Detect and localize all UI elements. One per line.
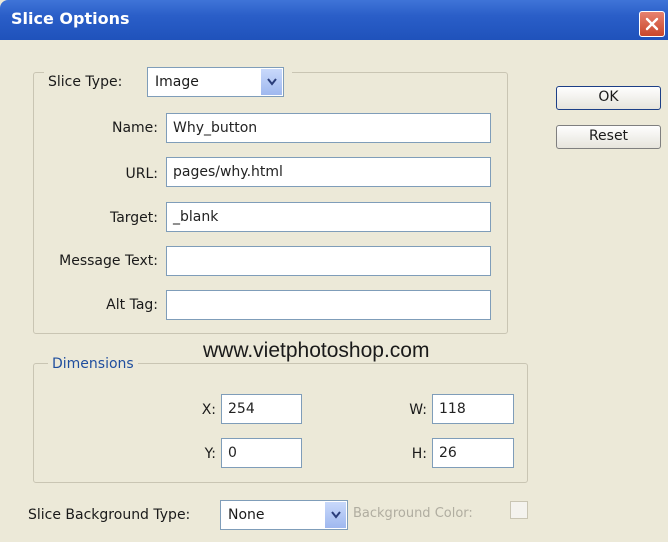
target-label: Target:	[109, 210, 158, 226]
slice-type-dropdown-button[interactable]	[260, 69, 282, 95]
url-label: URL:	[125, 166, 159, 182]
window-title: Slice Options	[11, 9, 130, 28]
url-input[interactable]: pages/why.html	[166, 157, 491, 187]
slice-background-type-select[interactable]: None	[220, 500, 348, 530]
reset-button[interactable]: Reset	[556, 125, 661, 149]
watermark-text: www.vietphotoshop.com	[203, 339, 430, 362]
name-input[interactable]: Why_button	[166, 113, 491, 143]
w-label: W:	[409, 402, 427, 418]
background-color-label: Background Color:	[353, 506, 473, 521]
slice-background-type-label: Slice Background Type:	[28, 507, 191, 523]
slice-background-dropdown-button[interactable]	[324, 502, 346, 528]
chevron-down-icon	[331, 511, 341, 519]
close-icon	[645, 17, 659, 31]
y-input[interactable]: 0	[221, 438, 302, 468]
slice-background-type-value: None	[228, 507, 265, 523]
alt-tag-label: Alt Tag:	[106, 297, 158, 313]
target-input[interactable]: _blank	[166, 202, 491, 232]
slice-options-dialog: Slice Options Slice Type: Image Name: Wh…	[0, 0, 668, 542]
close-button[interactable]	[639, 11, 665, 37]
y-label: Y:	[204, 446, 216, 462]
title-bar[interactable]: Slice Options	[0, 0, 668, 40]
chevron-down-icon	[267, 78, 277, 86]
x-label: X:	[201, 402, 216, 418]
slice-type-select[interactable]: Image	[147, 67, 284, 97]
ok-button[interactable]: OK	[556, 86, 661, 110]
name-label: Name:	[111, 120, 158, 136]
dimensions-legend: Dimensions	[48, 356, 138, 372]
background-color-swatch	[510, 501, 528, 519]
h-label: H:	[411, 446, 427, 462]
message-text-label: Message Text:	[59, 253, 158, 269]
x-input[interactable]: 254	[221, 394, 302, 424]
slice-type-value: Image	[155, 74, 199, 90]
h-input[interactable]: 26	[432, 438, 514, 468]
w-input[interactable]: 118	[432, 394, 514, 424]
message-text-input[interactable]	[166, 246, 491, 276]
alt-tag-input[interactable]	[166, 290, 491, 320]
slice-type-label: Slice Type:	[48, 74, 123, 90]
